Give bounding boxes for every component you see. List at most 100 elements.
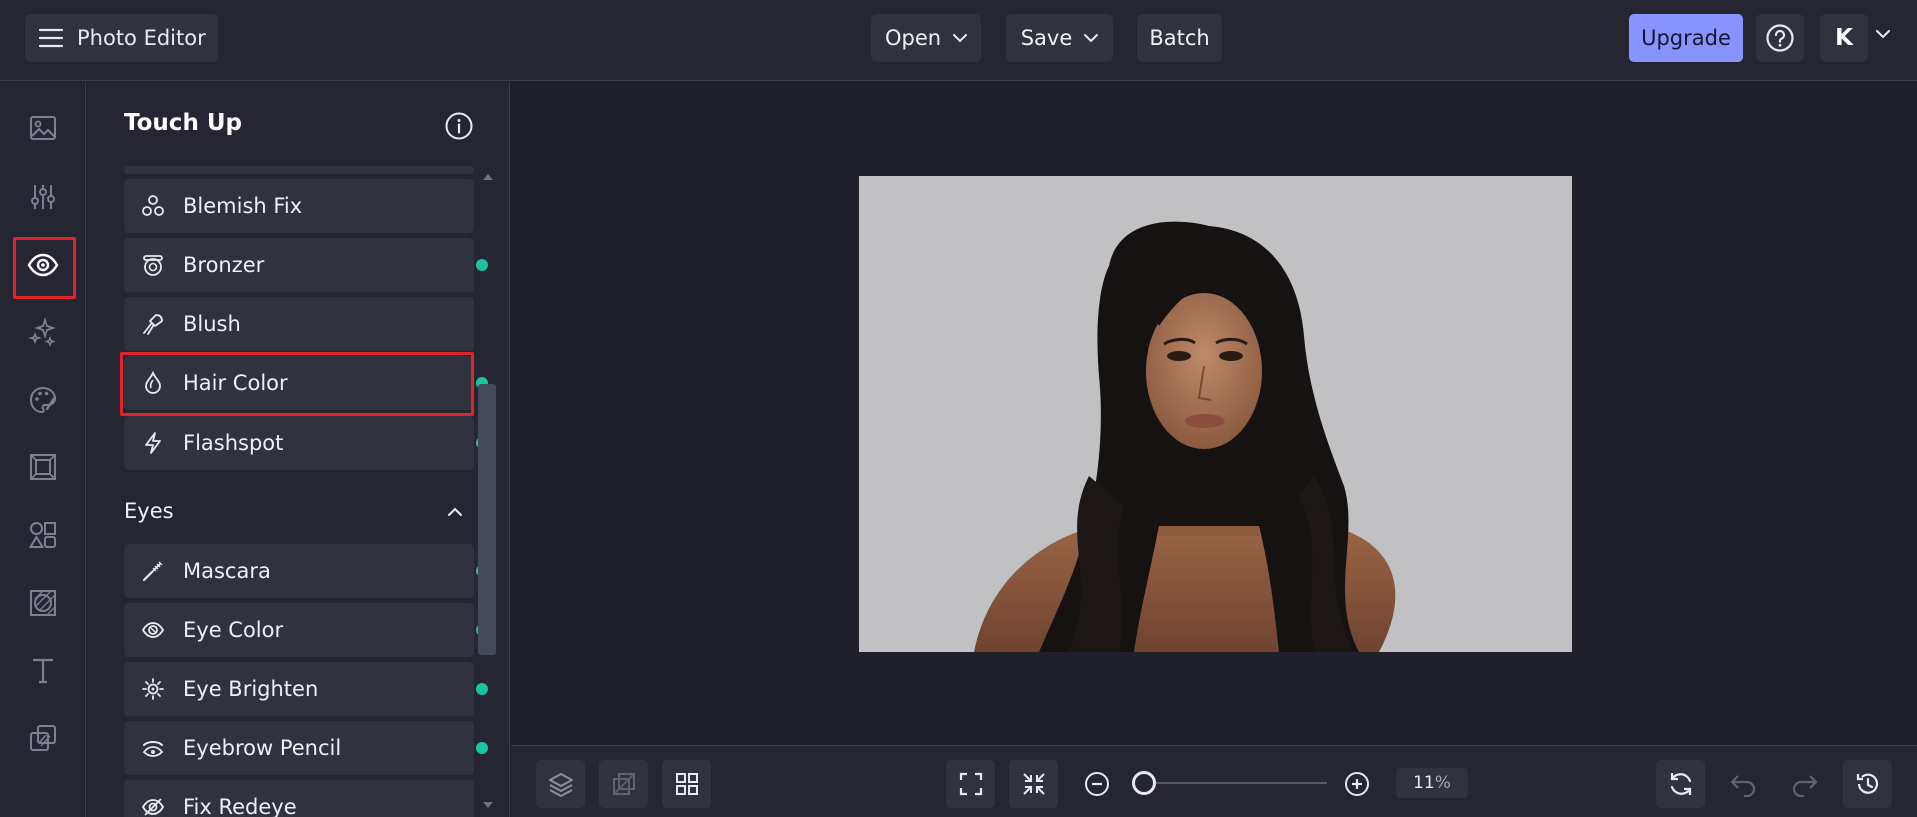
section-title: Eyes — [124, 499, 174, 523]
chevron-down-icon — [1084, 33, 1099, 43]
tool-item-label: Flashspot — [183, 431, 284, 455]
brush-icon — [139, 312, 167, 336]
app-title: Photo Editor — [77, 26, 206, 50]
tool-item-blemish-fix[interactable]: Blemish Fix — [124, 179, 474, 233]
actual-size-button[interactable] — [1009, 760, 1058, 808]
reset-button[interactable] — [1656, 760, 1705, 808]
expand-icon — [957, 770, 985, 798]
avatar[interactable]: K — [1820, 14, 1868, 62]
scroll-up-arrow-icon[interactable] — [483, 174, 493, 180]
premium-dot — [476, 742, 488, 754]
tool-item-bronzer[interactable]: Bronzer — [124, 238, 488, 292]
help-button[interactable] — [1756, 14, 1804, 62]
redo-icon — [1790, 770, 1820, 798]
graphics-icon[interactable] — [23, 718, 63, 758]
tool-item-label: Fix Redeye — [183, 795, 297, 817]
collapse-icon — [1020, 770, 1048, 798]
blemish-icon — [139, 194, 167, 218]
account-chevron-down-icon[interactable] — [1876, 30, 1890, 39]
upgrade-button[interactable]: Upgrade — [1629, 14, 1743, 62]
scroll-down-arrow-icon[interactable] — [483, 802, 493, 808]
avatar-initial: K — [1835, 25, 1853, 51]
photo-portrait[interactable] — [859, 176, 1572, 652]
tool-item-flashspot[interactable]: Flashspot — [124, 416, 488, 470]
undo-button[interactable] — [1723, 760, 1763, 808]
active-tool-highlight — [13, 237, 76, 299]
sun-icon — [139, 677, 167, 701]
premium-dot — [476, 683, 488, 695]
hair-color-highlight — [120, 352, 474, 416]
minus-circle-icon — [1083, 770, 1111, 798]
plus-circle-icon — [1343, 770, 1371, 798]
lightning-icon — [139, 431, 167, 455]
tool-item-fix-redeye[interactable]: Fix Redeye — [124, 780, 474, 817]
zoom-value: 11 — [1413, 773, 1435, 793]
bottom-bar — [511, 745, 1917, 817]
grid-icon — [673, 770, 701, 798]
bronzer-icon — [139, 253, 167, 277]
batch-label: Batch — [1149, 26, 1210, 50]
history-icon — [1854, 770, 1882, 798]
chevron-up-icon — [448, 507, 462, 516]
shapes-icon[interactable] — [23, 515, 63, 555]
hamburger-menu-icon — [39, 28, 63, 48]
palette-icon[interactable] — [23, 380, 63, 420]
image-icon[interactable] — [23, 108, 63, 148]
tool-item-label: Bronzer — [183, 253, 265, 277]
tool-item-label: Eyebrow Pencil — [183, 736, 342, 760]
tool-item-eye-brighten[interactable]: Eye Brighten — [124, 662, 488, 716]
tool-item-label: Eye Color — [183, 618, 284, 642]
info-icon[interactable] — [444, 111, 474, 141]
tool-rail — [0, 82, 86, 817]
chevron-down-icon — [953, 33, 968, 43]
tool-item-eye-color[interactable]: Eye Color — [124, 603, 488, 657]
layers-button[interactable] — [536, 760, 585, 808]
fit-screen-button[interactable] — [946, 760, 995, 808]
tool-item-label: Blush — [183, 312, 241, 336]
zoom-value-field[interactable]: 11% — [1396, 768, 1468, 798]
save-button[interactable]: Save — [1006, 14, 1113, 62]
redeye-icon — [139, 795, 167, 817]
list-item-partial — [124, 166, 474, 174]
open-button[interactable]: Open — [871, 14, 981, 62]
eye-color-icon — [139, 618, 167, 642]
text-icon[interactable] — [23, 650, 63, 690]
layers-icon — [547, 770, 575, 798]
history-button[interactable] — [1843, 760, 1892, 808]
redo-button[interactable] — [1785, 760, 1825, 808]
save-label: Save — [1020, 26, 1073, 50]
frame-icon[interactable] — [23, 447, 63, 487]
upgrade-label: Upgrade — [1641, 26, 1731, 50]
section-header-eyes[interactable]: Eyes — [124, 496, 474, 526]
tool-item-label: Mascara — [183, 559, 271, 583]
tool-item-label: Blemish Fix — [183, 194, 303, 218]
zoom-in-button[interactable] — [1337, 760, 1377, 808]
zoom-slider-track[interactable] — [1145, 782, 1327, 784]
help-icon — [1765, 23, 1795, 53]
batch-button[interactable]: Batch — [1137, 14, 1222, 62]
refresh-icon — [1667, 770, 1695, 798]
mascara-icon — [139, 559, 167, 583]
grid-button[interactable] — [662, 760, 711, 808]
sliders-icon[interactable] — [23, 177, 63, 217]
eyebrow-icon — [139, 736, 167, 760]
tool-item-blush[interactable]: Blush — [124, 297, 474, 351]
sparkles-icon[interactable] — [23, 312, 63, 352]
panel-scrollbar[interactable] — [478, 384, 496, 655]
open-label: Open — [884, 26, 942, 50]
undo-icon — [1728, 770, 1758, 798]
panel-title: Touch Up — [124, 110, 242, 136]
tool-item-label: Eye Brighten — [183, 677, 319, 701]
premium-dot — [476, 259, 488, 271]
tool-item-eyebrow-pencil[interactable]: Eyebrow Pencil — [124, 721, 488, 775]
compare-icon — [610, 770, 638, 798]
tool-item-mascara[interactable]: Mascara — [124, 544, 488, 598]
zoom-slider-handle[interactable] — [1132, 771, 1156, 795]
zoom-unit: % — [1434, 773, 1451, 793]
compare-button[interactable] — [599, 760, 648, 808]
touch-up-panel: Touch Up Blemish Fix Bronzer Blush Hair … — [87, 82, 510, 817]
main-menu-button[interactable]: Photo Editor — [25, 14, 218, 62]
top-bar: Photo Editor Open Save Batch Upgrade K — [0, 0, 1917, 81]
zoom-out-button[interactable] — [1077, 760, 1117, 808]
texture-icon[interactable] — [23, 583, 63, 623]
